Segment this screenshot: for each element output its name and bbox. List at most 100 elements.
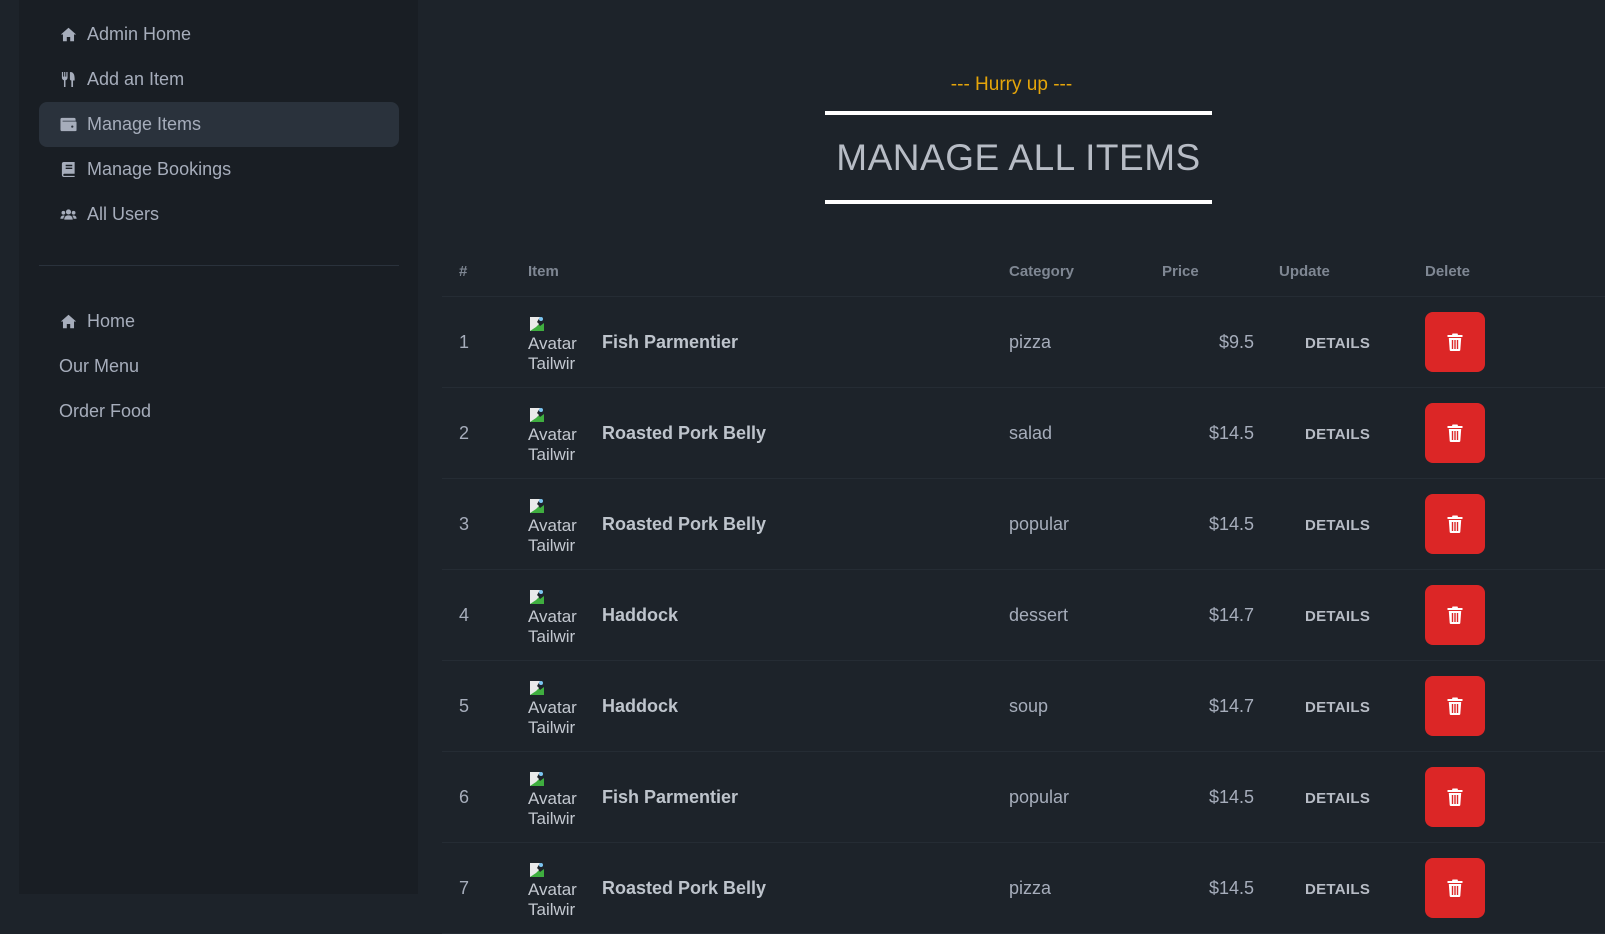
sidebar-item-manage-items[interactable]: Manage Items [39, 102, 399, 147]
trash-icon [1447, 515, 1463, 533]
delete-button[interactable] [1425, 676, 1485, 736]
details-button[interactable]: DETAILS [1254, 335, 1370, 352]
item-category: popular [1009, 478, 1162, 570]
image-alt-text: Avatar [528, 516, 577, 535]
item-image: Avatar Tailwir [528, 768, 586, 826]
sidebar-item-order-food[interactable]: Order Food [39, 389, 399, 434]
sidebar-item-label: All Users [87, 204, 160, 224]
page-edge [0, 0, 19, 894]
delete-button[interactable] [1425, 858, 1485, 918]
update-cell: DETAILS [1254, 296, 1425, 388]
delete-cell [1425, 478, 1605, 570]
update-cell: DETAILS [1254, 387, 1425, 479]
section-subtitle: --- Hurry up --- [950, 74, 1073, 95]
image-alt-text: Tailwir [528, 536, 576, 553]
item-price: $14.7 [1162, 660, 1254, 752]
image-alt-text: Avatar [528, 698, 577, 717]
column-header-update: Update [1254, 247, 1425, 297]
sidebar-item-label: Manage Bookings [87, 159, 232, 179]
image-alt-text: Tailwir [528, 900, 576, 917]
delete-cell [1425, 296, 1605, 388]
sidebar-item-add-item[interactable]: Add an Item [39, 57, 399, 102]
broken-image-icon [530, 317, 544, 331]
item-cell: Avatar Tailwir Roasted Pork Belly [528, 842, 1009, 934]
details-button[interactable]: DETAILS [1254, 517, 1370, 534]
row-number: 3 [442, 478, 528, 570]
item-cell: Avatar Tailwir Roasted Pork Belly [528, 478, 1009, 570]
delete-button[interactable] [1425, 312, 1485, 372]
details-button[interactable]: DETAILS [1254, 790, 1370, 807]
trash-icon [1447, 788, 1463, 806]
image-alt-text: Avatar [528, 334, 577, 353]
row-number: 4 [442, 569, 528, 661]
update-cell: DETAILS [1254, 478, 1425, 570]
details-button[interactable]: DETAILS [1254, 426, 1370, 443]
item-category: popular [1009, 751, 1162, 843]
item-price: $9.5 [1162, 296, 1254, 388]
update-cell: DETAILS [1254, 660, 1425, 752]
image-alt-text: Avatar [528, 789, 577, 808]
trash-icon [1447, 424, 1463, 442]
item-image: Avatar Tailwir [528, 859, 586, 917]
utensils-icon [59, 71, 77, 89]
column-header-category: Category [1009, 247, 1162, 297]
item-price: $14.5 [1162, 478, 1254, 570]
details-button[interactable]: DETAILS [1254, 881, 1370, 898]
sidebar-item-home[interactable]: Home [39, 299, 399, 344]
broken-image-icon [530, 863, 544, 877]
sidebar-item-label: Admin Home [87, 24, 192, 44]
broken-image-icon [530, 408, 544, 422]
wallet-icon [59, 116, 77, 134]
page-title: MANAGE ALL ITEMS [825, 111, 1212, 204]
details-button[interactable]: DETAILS [1254, 699, 1370, 716]
item-category: pizza [1009, 842, 1162, 934]
broken-image-icon [530, 499, 544, 513]
item-name: Haddock [602, 695, 679, 716]
image-alt-text: Tailwir [528, 627, 576, 644]
item-category: dessert [1009, 569, 1162, 661]
item-price: $14.7 [1162, 569, 1254, 661]
item-image: Avatar Tailwir [528, 677, 586, 735]
table-row: 1 Avatar Tailwir Fish Parmentier pizza $… [442, 296, 1605, 388]
item-image: Avatar Tailwir [528, 313, 586, 371]
home-icon [59, 26, 77, 44]
details-button[interactable]: DETAILS [1254, 608, 1370, 625]
sidebar-item-admin-home[interactable]: Admin Home [39, 12, 399, 57]
trash-icon [1447, 697, 1463, 715]
update-cell: DETAILS [1254, 842, 1425, 934]
sidebar-item-our-menu[interactable]: Our Menu [39, 344, 399, 389]
item-cell: Avatar Tailwir Haddock [528, 569, 1009, 661]
sidebar-item-all-users[interactable]: All Users [39, 192, 399, 237]
item-price: $14.5 [1162, 842, 1254, 934]
delete-button[interactable] [1425, 494, 1485, 554]
delete-button[interactable] [1425, 403, 1485, 463]
image-alt-text: Tailwir [528, 809, 576, 826]
main-content: --- Hurry up --- MANAGE ALL ITEMS # Item… [418, 0, 1605, 934]
row-number: 2 [442, 387, 528, 479]
row-number: 7 [442, 842, 528, 934]
item-name: Fish Parmentier [602, 786, 739, 807]
column-header-number: # [442, 247, 528, 297]
sidebar-item-manage-bookings[interactable]: Manage Bookings [39, 147, 399, 192]
item-category: pizza [1009, 296, 1162, 388]
image-alt-text: Tailwir [528, 445, 576, 462]
delete-button[interactable] [1425, 585, 1485, 645]
row-number: 1 [442, 296, 528, 388]
delete-button[interactable] [1425, 767, 1485, 827]
broken-image-icon [530, 590, 544, 604]
column-header-item: Item [528, 247, 1009, 297]
table-row: 5 Avatar Tailwir Haddock soup $14.7 DETA… [442, 660, 1605, 752]
item-category: soup [1009, 660, 1162, 752]
broken-image-icon [530, 681, 544, 695]
sidebar-item-label: Home [87, 311, 136, 331]
item-name: Roasted Pork Belly [602, 513, 767, 534]
image-alt-text: Avatar [528, 425, 577, 444]
item-image: Avatar Tailwir [528, 495, 586, 553]
table-row: 6 Avatar Tailwir Fish Parmentier popular… [442, 751, 1605, 843]
table-row: 2 Avatar Tailwir Roasted Pork Belly sala… [442, 387, 1605, 479]
item-name: Roasted Pork Belly [602, 422, 767, 443]
delete-cell [1425, 842, 1605, 934]
delete-cell [1425, 751, 1605, 843]
sidebar: Admin Home Add an Item Manage Items Mana… [19, 0, 418, 894]
broken-image-icon [530, 772, 544, 786]
